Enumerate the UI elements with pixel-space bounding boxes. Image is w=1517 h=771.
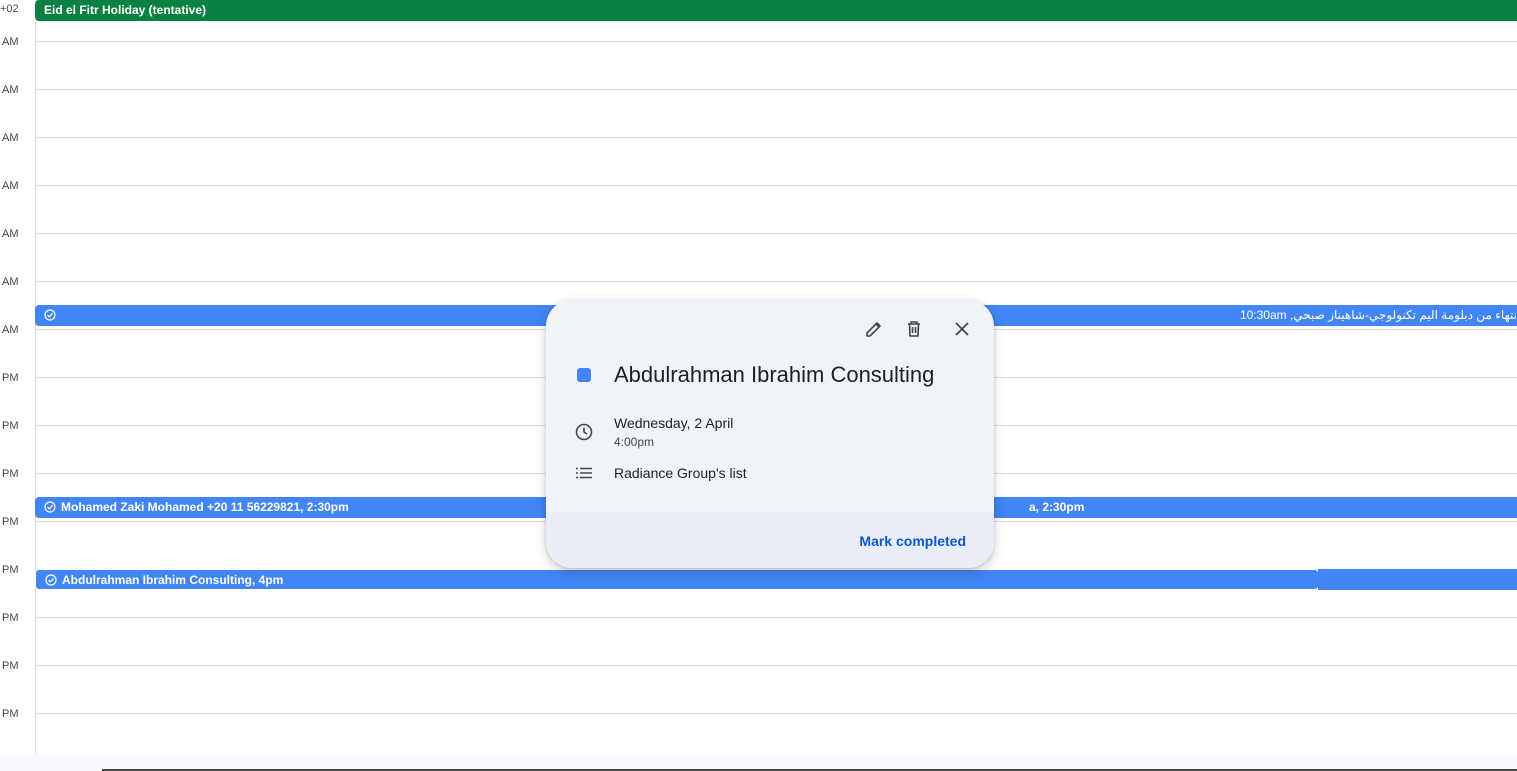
hour-label: AM (2, 324, 19, 336)
close-icon[interactable] (950, 317, 974, 341)
hour-label: PM (2, 372, 19, 384)
task-bar-abdulrahman-continuation[interactable] (1318, 569, 1517, 590)
task-time: 4:00pm (614, 435, 655, 449)
allday-event-eid[interactable]: Eid el Fitr Holiday (tentative) (35, 0, 1517, 21)
popup-title: Abdulrahman Ibrahim Consulting (614, 362, 935, 387)
hour-gridline (35, 41, 1517, 42)
hour-label: AM (2, 180, 19, 192)
hour-gridline (35, 281, 1517, 282)
task-title: نتهاء من دبلومة اليم تكنولوجي-شاهيناز صب… (1239, 308, 1517, 322)
hour-gridline (35, 713, 1517, 714)
task-date: Wednesday, 2 April (614, 415, 734, 431)
clock-icon (575, 423, 593, 441)
list-icon (576, 467, 592, 479)
mark-completed-button[interactable]: Mark completed (859, 533, 966, 549)
hour-gridline (35, 665, 1517, 666)
hour-label: AM (2, 132, 19, 144)
hour-label: PM (2, 468, 19, 480)
task-check-icon (45, 574, 57, 586)
hour-label: AM (2, 228, 19, 240)
hour-label: AM (2, 84, 19, 96)
task-title: Mohamed Zaki Mohamed +20 11 56229821, 2:… (61, 500, 349, 514)
hour-label: PM (2, 516, 19, 528)
hour-label: PM (2, 708, 19, 720)
hour-label: PM (2, 420, 19, 432)
task-color-indicator (577, 368, 591, 382)
hour-gridline (35, 137, 1517, 138)
hour-label: AM (2, 36, 19, 48)
task-check-icon (44, 309, 56, 321)
edit-icon[interactable] (862, 317, 886, 341)
task-bar-abdulrahman[interactable]: Abdulrahman Ibrahim Consulting, 4pm (35, 569, 1319, 590)
hour-gridline (35, 617, 1517, 618)
task-title-overflow: a, 2:30pm (1029, 500, 1085, 514)
hour-label: PM (2, 612, 19, 624)
hour-label: AM (2, 276, 19, 288)
timezone-label: +02 (0, 3, 19, 15)
delete-icon[interactable] (902, 317, 926, 341)
hour-label: PM (2, 564, 19, 576)
hour-label: PM (2, 660, 19, 672)
task-list-name: Radiance Group's list (614, 465, 747, 481)
task-check-icon (44, 501, 56, 513)
hour-gridline (35, 185, 1517, 186)
task-title: Abdulrahman Ibrahim Consulting, 4pm (62, 573, 284, 587)
grid-left-border (35, 22, 36, 753)
hour-gridline (35, 89, 1517, 90)
task-details-popup: Abdulrahman Ibrahim Consulting Wednesday… (546, 300, 994, 568)
hour-gridline (35, 233, 1517, 234)
